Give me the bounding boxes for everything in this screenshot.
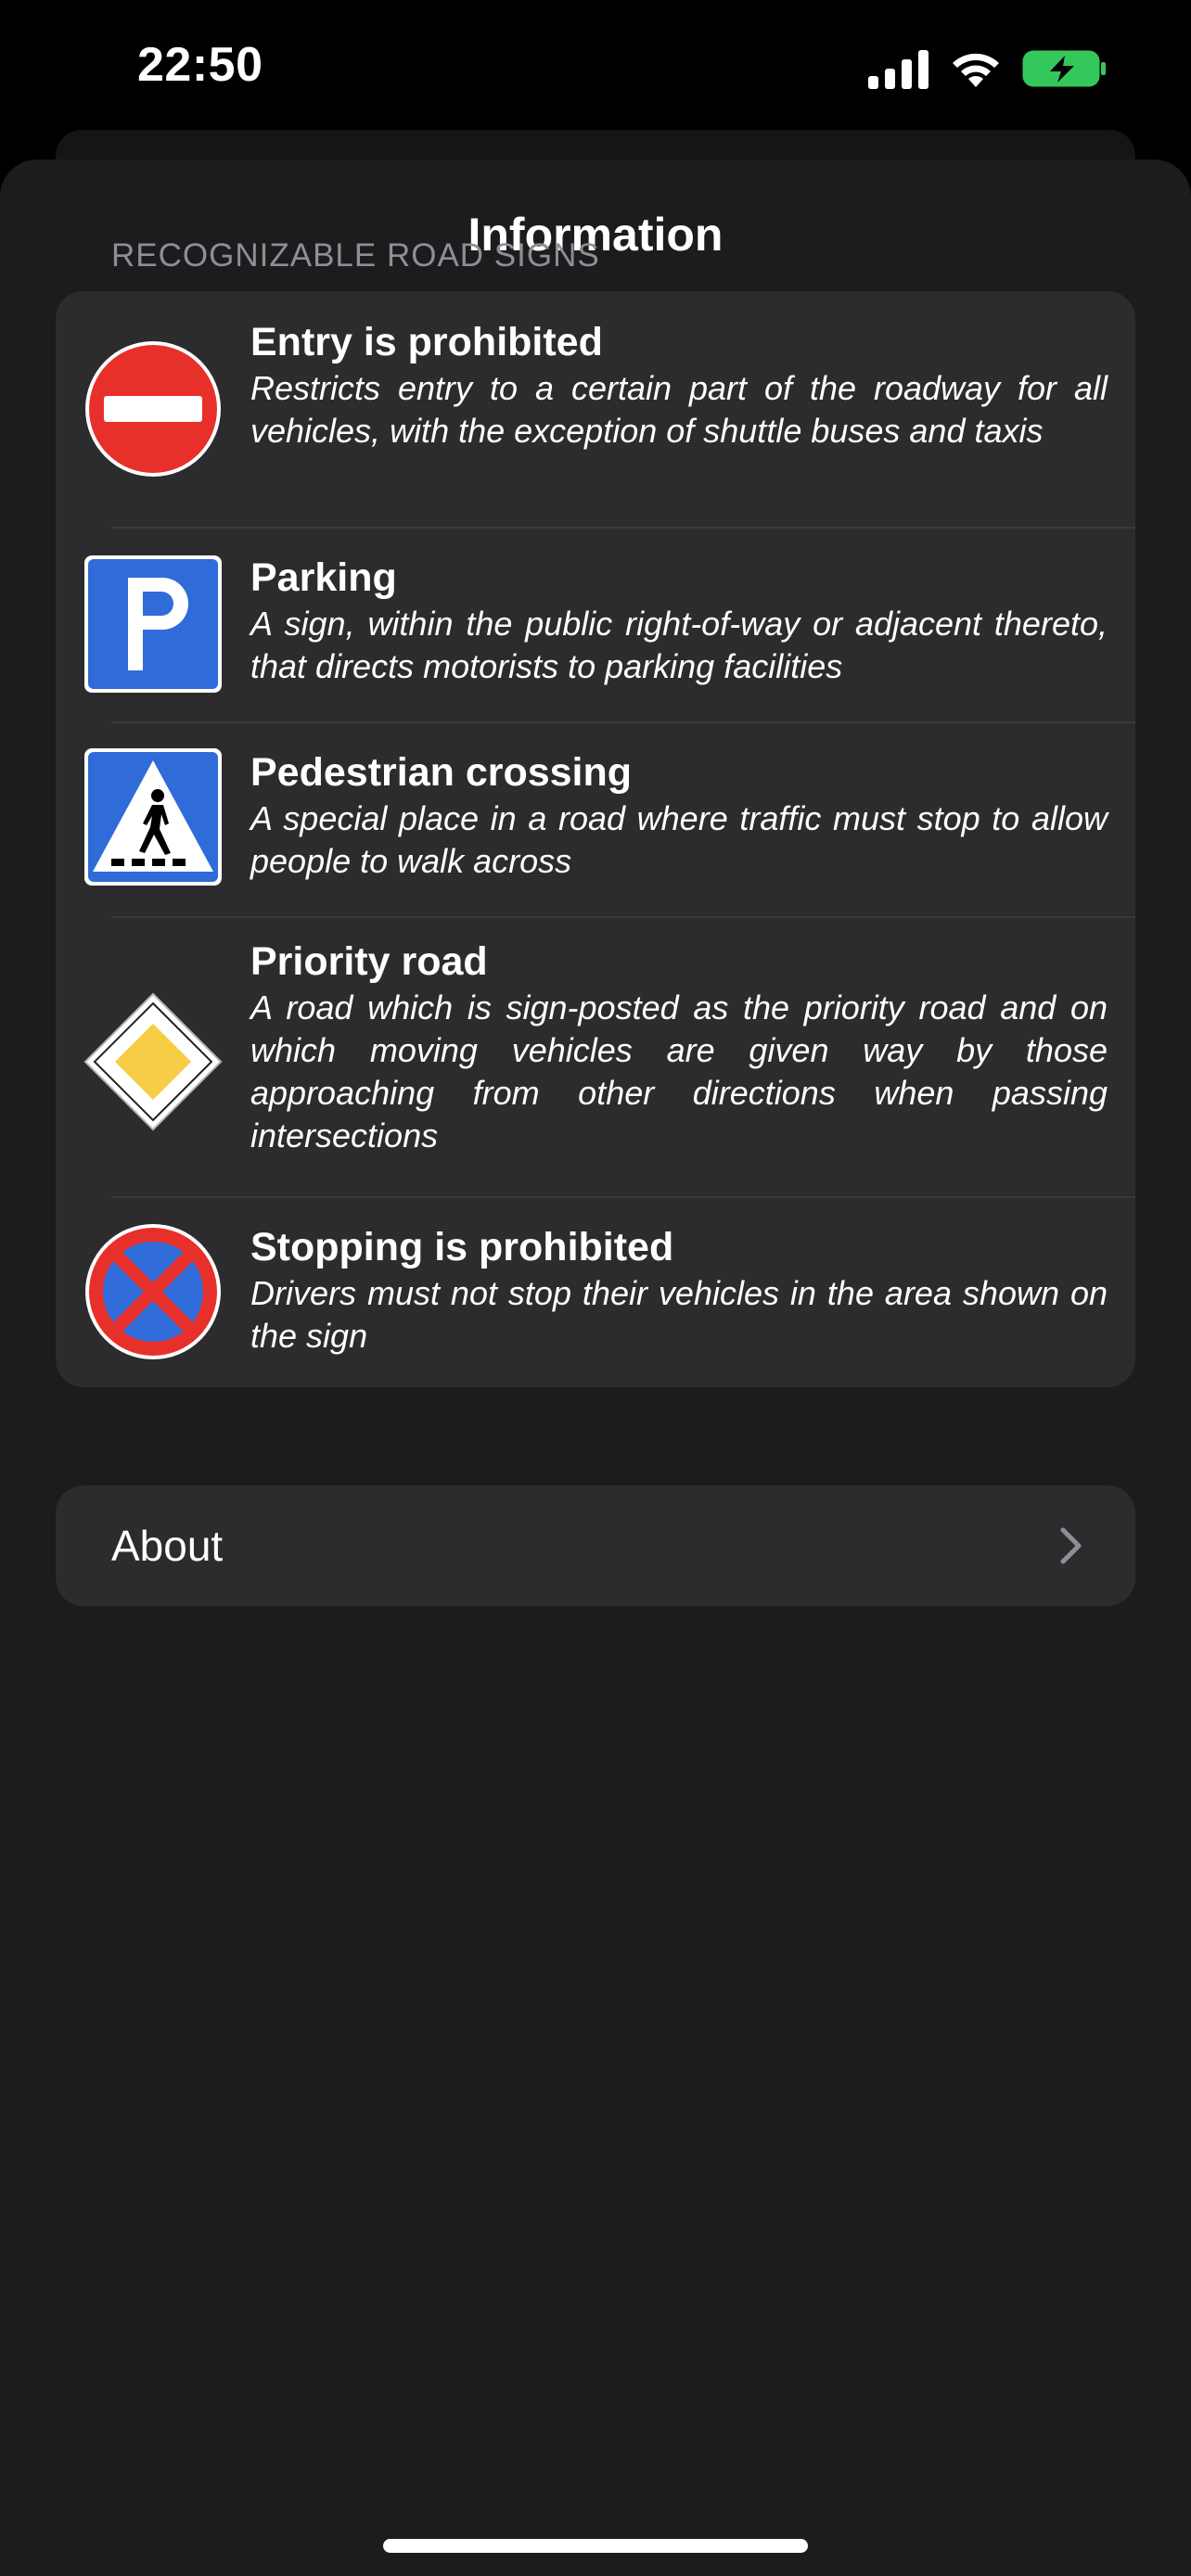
home-indicator[interactable] [383, 2539, 808, 2553]
battery-charging-icon [1022, 50, 1106, 87]
list-item: Parking A sign, within the public right-… [56, 529, 1135, 721]
parking-sign-icon [84, 555, 222, 693]
list-item: Pedestrian crossing A special place in a… [56, 723, 1135, 916]
road-signs-list: Entry is prohibited Restricts entry to a… [56, 291, 1135, 1387]
list-item: Entry is prohibited Restricts entry to a… [56, 291, 1135, 527]
wifi-icon [953, 53, 999, 87]
priority-road-sign-icon [83, 992, 223, 1131]
list-item: Priority road A road which is sign-poste… [56, 918, 1135, 1196]
cellular-signal-icon [868, 48, 929, 89]
sign-description: A special place in a road where traffic … [250, 799, 1108, 880]
sign-description: Restricts entry to a certain part of the… [250, 369, 1108, 450]
sign-title: Pedestrian crossing [250, 750, 633, 795]
status-bar: 22:50 [0, 0, 1191, 139]
road-signs-section-header: RECOGNIZABLE ROAD SIGNS [111, 237, 600, 274]
sign-title: Entry is prohibited [250, 320, 603, 364]
sign-title: Priority road [250, 939, 488, 984]
list-item: Stopping is prohibited Drivers must not … [56, 1198, 1135, 1387]
status-icons [868, 48, 1108, 89]
about-label: About [111, 1522, 224, 1570]
sign-description: A road which is sign-posted as the prior… [250, 988, 1108, 1154]
sign-title: Parking [250, 555, 397, 600]
chevron-right-icon [1060, 1527, 1082, 1564]
no-entry-sign-icon [85, 341, 221, 477]
pedestrian-crossing-sign-icon [84, 748, 222, 886]
sign-title: Stopping is prohibited [250, 1225, 674, 1269]
about-row[interactable]: About [56, 1486, 1135, 1606]
sign-description: Drivers must not stop their vehicles in … [250, 1274, 1108, 1355]
sign-description: A sign, within the public right-of-way o… [250, 605, 1108, 685]
no-stopping-sign-icon [85, 1224, 221, 1359]
status-time: 22:50 [137, 38, 263, 92]
